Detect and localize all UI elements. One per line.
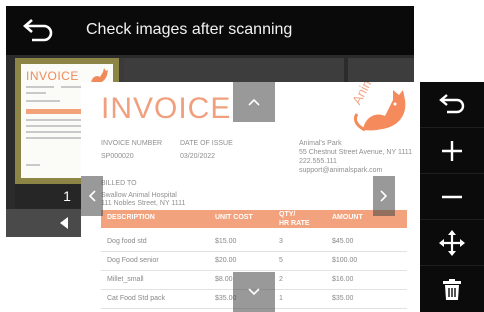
cat-logo-icon: [353, 90, 406, 132]
column-qty-sub: HR RATE: [279, 220, 310, 227]
zoom-out-button[interactable]: [420, 174, 484, 220]
invoice-number: SP000020: [101, 153, 134, 160]
trash-icon: [443, 278, 461, 300]
row-amount: $35.00: [332, 295, 354, 302]
row-unit-cost: $20.00: [215, 257, 237, 264]
company-email: support@animalspark.com: [299, 167, 383, 174]
row-description: Cat Food Std pack: [107, 295, 165, 302]
invoice-preview: INVOICE Animal INVOICE NUMBER SP000020 D…: [81, 82, 420, 312]
table-row: Dog food std $15.00 3 $45.00: [101, 233, 407, 252]
plus-icon: [442, 140, 462, 161]
row-qty: 1: [279, 295, 283, 302]
column-amount: AMOUNT: [332, 214, 363, 221]
header-bar: Check images after scanning: [6, 6, 414, 55]
scroll-left-button[interactable]: [81, 176, 103, 216]
row-unit-cost: $15.00: [215, 238, 237, 245]
company-address: 55 Chestnut Street Avenue, NY 1111: [299, 149, 412, 156]
billed-to-label: BILLED TO: [101, 180, 137, 187]
chevron-left-icon: [88, 190, 96, 202]
client-address: 111 Nobles Street, NY 1111: [101, 200, 186, 207]
row-amount: $16.00: [332, 276, 354, 283]
preview-panel: INVOICE Animal INVOICE NUMBER SP000020 D…: [81, 82, 484, 312]
row-description: Millet_small: [107, 276, 144, 283]
table-row: Dog Food senior $20.00 5 $100.00: [101, 252, 407, 271]
invoice-number-label: INVOICE NUMBER: [101, 140, 163, 147]
column-qty: QTY/: [279, 211, 296, 218]
row-description: Dog Food senior: [107, 257, 159, 264]
thumbnail-line: [61, 86, 83, 88]
preview-toolbar: [420, 82, 484, 312]
thumbnail-line: [26, 100, 60, 102]
close-preview-button[interactable]: [420, 82, 484, 128]
company-phone: 222.555.111: [299, 158, 337, 165]
row-qty: 2: [279, 276, 283, 283]
issue-date: 03/20/2022: [180, 153, 216, 160]
row-amount: $45.00: [332, 238, 354, 245]
column-description: DESCRIPTION: [107, 214, 155, 221]
thumbnail-invoice-title: INVOICE: [26, 69, 79, 83]
page-thumbnail[interactable]: [124, 58, 344, 84]
back-arrow-icon: [439, 93, 465, 113]
row-amount: $100.00: [332, 257, 358, 264]
minus-icon: [442, 195, 462, 198]
row-qty: 3: [279, 238, 283, 245]
back-arrow-icon: [23, 19, 53, 42]
move-arrows-icon: [439, 229, 465, 256]
delete-button[interactable]: [420, 266, 484, 311]
chevron-down-icon: [248, 288, 260, 296]
chevron-right-icon: [380, 190, 388, 202]
row-unit-cost: $8.00: [215, 276, 233, 283]
column-unit-cost: UNIT COST: [215, 214, 253, 221]
back-button[interactable]: [20, 18, 56, 44]
page-thumbnail[interactable]: [348, 58, 414, 84]
invoice-table-header: DESCRIPTION UNIT COST QTY/ HR RATE AMOUN…: [101, 210, 407, 228]
move-button[interactable]: [420, 220, 484, 266]
thumbnail-line: [26, 86, 54, 88]
zoom-in-button[interactable]: [420, 128, 484, 174]
row-description: Dog food std: [107, 238, 147, 245]
thumbnail-line: [26, 92, 46, 94]
scroll-right-button[interactable]: [373, 176, 395, 216]
client-name: Swallow Animal Hospital: [101, 192, 177, 199]
row-qty: 5: [279, 257, 283, 264]
triangle-left-icon: [60, 217, 68, 229]
company-name: Animal's Park: [299, 140, 342, 147]
date-label: DATE OF ISSUE: [180, 140, 233, 147]
scroll-down-button[interactable]: [233, 272, 275, 312]
thumbnail-line: [26, 164, 40, 166]
chevron-up-icon: [248, 98, 260, 106]
screen-title: Check images after scanning: [86, 21, 293, 38]
invoice-title: INVOICE: [101, 92, 232, 125]
scroll-up-button[interactable]: [233, 82, 275, 122]
